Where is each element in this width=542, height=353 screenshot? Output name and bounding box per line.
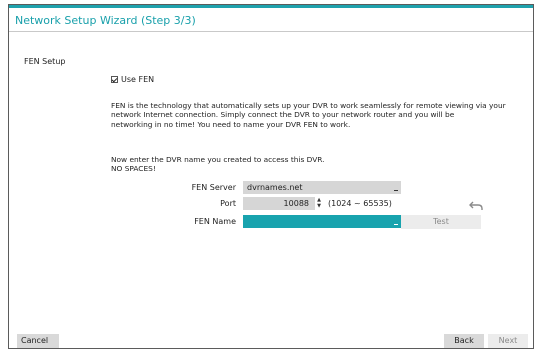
- use-fen-checkbox[interactable]: Use FEN: [111, 73, 154, 85]
- port-range: (1024 ~ 65535): [328, 199, 392, 208]
- fen-name-field[interactable]: [243, 215, 401, 228]
- section-title: FEN Setup: [24, 57, 66, 66]
- title-divider: [9, 31, 533, 32]
- use-fen-label: Use FEN: [121, 74, 155, 84]
- back-button[interactable]: Back: [444, 334, 484, 348]
- instruction-line: Now enter the DVR name you created to ac…: [111, 155, 325, 164]
- instruction-text: Now enter the DVR name you created to ac…: [111, 155, 325, 174]
- description-line: FEN is the technology that automatically…: [111, 101, 506, 110]
- next-button[interactable]: Next: [488, 334, 528, 348]
- spinner-down-icon[interactable]: ▼: [315, 203, 323, 209]
- text-cursor-icon: [394, 224, 398, 225]
- fen-server-field[interactable]: dvrnames.net: [243, 181, 401, 194]
- port-label: Port: [220, 199, 236, 208]
- port-field[interactable]: 10088: [243, 197, 315, 210]
- fen-server-label: FEN Server: [191, 183, 236, 192]
- fen-server-value: dvrnames.net: [247, 183, 303, 192]
- text-cursor-icon: [394, 190, 398, 191]
- window-title: Network Setup Wizard (Step 3/3): [15, 14, 196, 27]
- fen-name-label: FEN Name: [194, 217, 236, 226]
- checkbox-checked-icon[interactable]: [111, 75, 118, 83]
- undo-icon[interactable]: [469, 197, 484, 210]
- description-line: network Internet connection. Simply conn…: [111, 110, 455, 120]
- up-down-spinner-icon[interactable]: ▲ ▼: [315, 197, 323, 210]
- test-button[interactable]: Test: [401, 215, 481, 229]
- port-value: 10088: [283, 199, 309, 208]
- cancel-button[interactable]: Cancel: [17, 334, 59, 348]
- wizard-window: Network Setup Wizard (Step 3/3) FEN Setu…: [8, 4, 534, 349]
- title-accent-bar: [9, 5, 533, 8]
- description-line: networking in no time! You need to name …: [111, 119, 351, 129]
- instruction-line: NO SPACES!: [111, 164, 156, 174]
- fen-description: FEN is the technology that automatically…: [111, 101, 541, 129]
